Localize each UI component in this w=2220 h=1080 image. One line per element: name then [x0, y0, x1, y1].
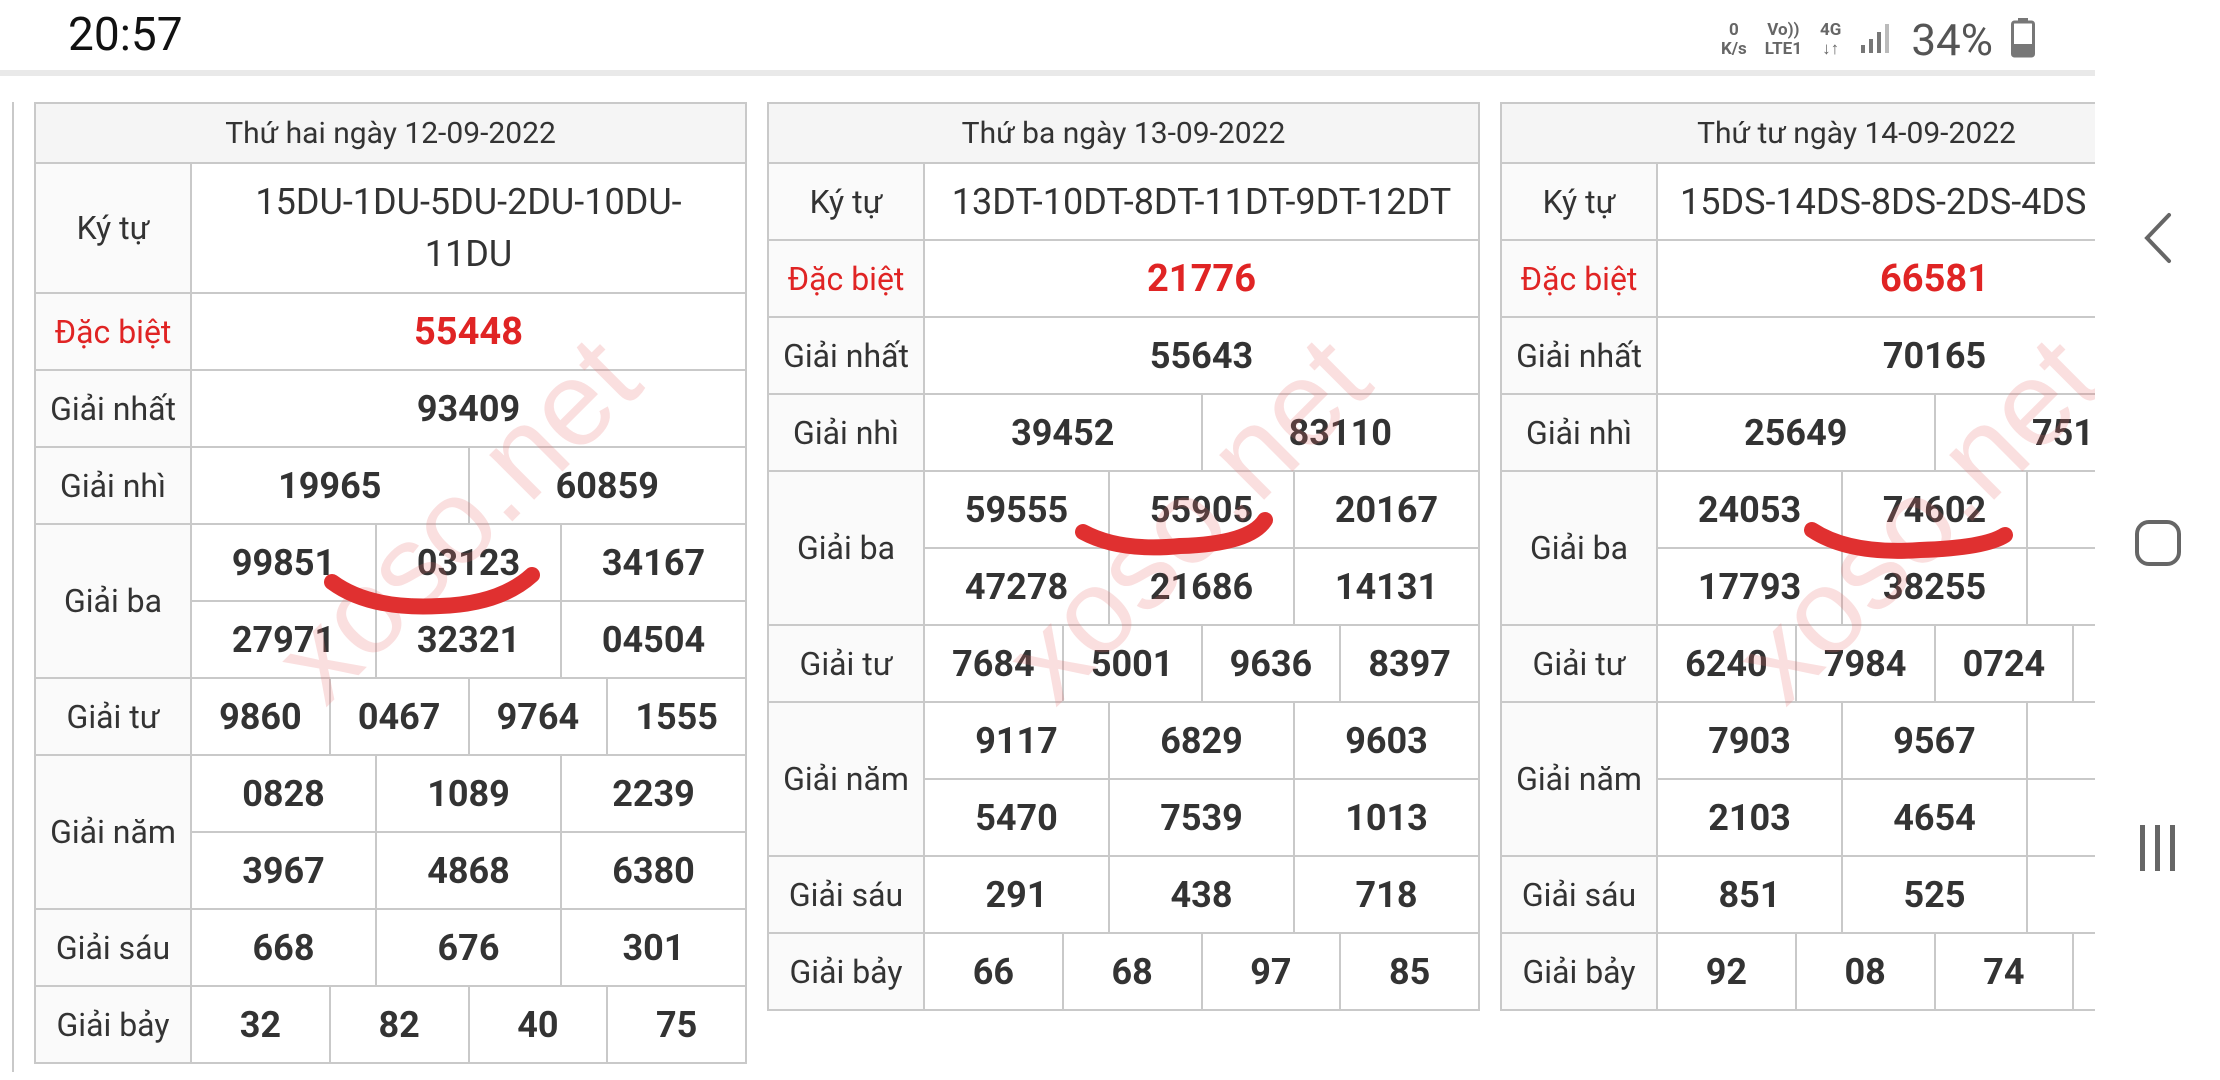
signal-icon [1859, 21, 1893, 59]
red-pen-marks [324, 512, 2013, 615]
system-nav-bar [2095, 0, 2220, 1080]
battery-icon [2011, 18, 2035, 62]
clock: 20:57 [68, 8, 183, 62]
net-speed: 0 K/s [1720, 20, 1747, 59]
recents-icon [2136, 823, 2180, 877]
back-icon [2141, 211, 2175, 269]
back-button[interactable] [2095, 200, 2220, 280]
network-type: 4G ↓↑ [1819, 20, 1842, 59]
home-button[interactable] [2095, 505, 2220, 585]
home-icon [2133, 518, 2183, 572]
status-bar: 20:57 0 K/s Vo)) LTE1 4G ↓↑ 34% [0, 0, 2095, 72]
volte-indicator: Vo)) LTE1 [1764, 20, 1802, 59]
results-scroll-area[interactable]: Thứ hai ngày 12-09-2022 Ký tự 15DU-1DU-5… [0, 76, 2095, 1080]
recents-button[interactable] [2095, 810, 2220, 890]
battery-percent: 34% [1911, 14, 1993, 66]
status-icons: 0 K/s Vo)) LTE1 4G ↓↑ 34% [1721, 14, 2035, 66]
